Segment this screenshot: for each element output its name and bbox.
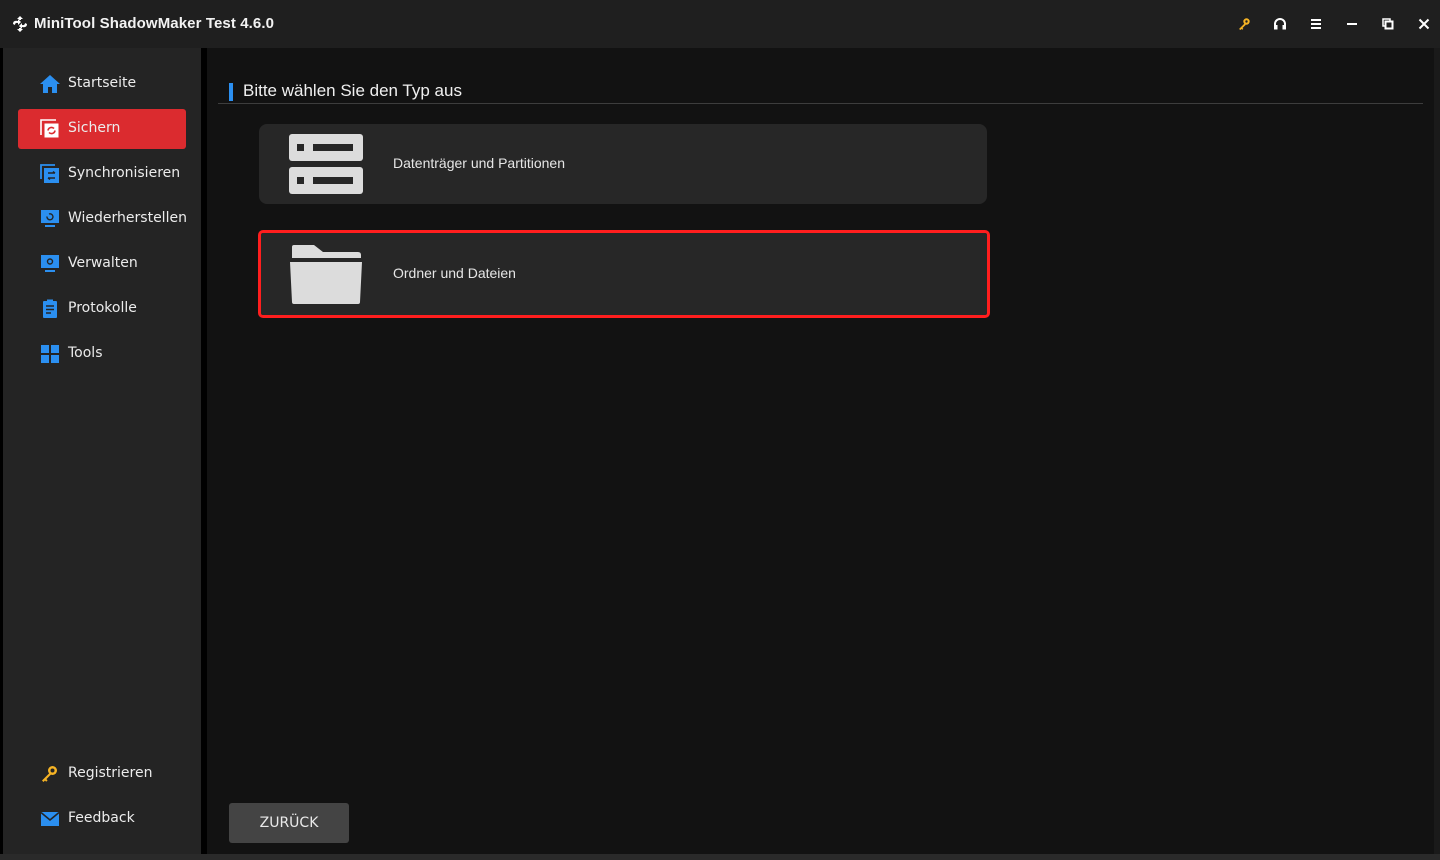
sidebar-item-label: Tools [68,345,103,361]
section-divider [218,103,1423,104]
backup-icon [40,119,59,138]
sidebar-item-label: Registrieren [68,765,153,781]
restore-icon [1382,18,1394,30]
restore-monitor-icon [41,210,59,227]
sidebar-item-synchronisieren[interactable]: Synchronisieren [18,154,186,194]
section-accent-bar [229,83,233,101]
option-label: Datenträger und Partitionen [393,155,565,171]
back-button[interactable]: ZURÜCK [229,803,349,843]
sidebar-item-label: Feedback [68,810,135,826]
home-icon [40,75,60,93]
option-label: Ordner und Dateien [393,265,516,281]
key-icon [1239,18,1250,30]
sidebar-item-label: Wiederherstellen [68,210,187,226]
sidebar-item-startseite[interactable]: Startseite [18,64,186,104]
disk-icon [289,134,363,194]
option-disks-partitions[interactable]: Datenträger und Partitionen [259,124,987,204]
sidebar-item-registrieren[interactable]: Registrieren [18,754,186,794]
close-icon [1418,18,1430,30]
close-button[interactable] [1414,14,1434,34]
menu-button[interactable] [1306,14,1326,34]
app-logo-icon [13,16,27,32]
support-button[interactable] [1270,14,1290,34]
main-panel: Bitte wählen Sie den Typ aus Datenträger… [207,48,1434,854]
register-key-button[interactable] [1234,14,1254,34]
app-title: MiniTool ShadowMaker Test 4.6.0 [34,15,275,32]
mail-icon [40,811,60,826]
sidebar: Startseite Sichern Synchronisieren Wiede… [3,48,201,854]
restore-button[interactable] [1378,14,1398,34]
headset-icon [1274,18,1286,30]
minimize-icon [1347,23,1357,25]
option-folders-files[interactable]: Ordner und Dateien [258,230,990,318]
sidebar-item-wiederherstellen[interactable]: Wiederherstellen [18,199,187,239]
sidebar-item-tools[interactable]: Tools [18,334,186,374]
sidebar-item-label: Synchronisieren [68,165,181,181]
sidebar-item-label: Verwalten [68,255,138,271]
sidebar-item-label: Sichern [68,120,121,136]
sidebar-item-protokolle[interactable]: Protokolle [18,289,186,329]
window-bottom-edge [0,854,1440,860]
tools-grid-icon [41,345,59,363]
sync-icon [40,164,59,183]
section-title: Bitte wählen Sie den Typ aus [243,81,462,100]
sidebar-item-label: Protokolle [68,300,137,316]
minimize-button[interactable] [1342,14,1362,34]
key-icon [42,766,57,782]
folder-icon [290,245,362,304]
sidebar-item-sichern[interactable]: Sichern [18,109,186,149]
window-right-edge [1434,48,1440,860]
sidebar-item-verwalten[interactable]: Verwalten [18,244,186,284]
sidebar-item-feedback[interactable]: Feedback [18,799,186,839]
sidebar-item-label: Startseite [68,75,137,91]
manage-monitor-icon [41,255,59,272]
log-icon [43,299,57,318]
title-bar: MiniTool ShadowMaker Test 4.6.0 [0,0,1440,48]
menu-icon [1311,19,1321,29]
